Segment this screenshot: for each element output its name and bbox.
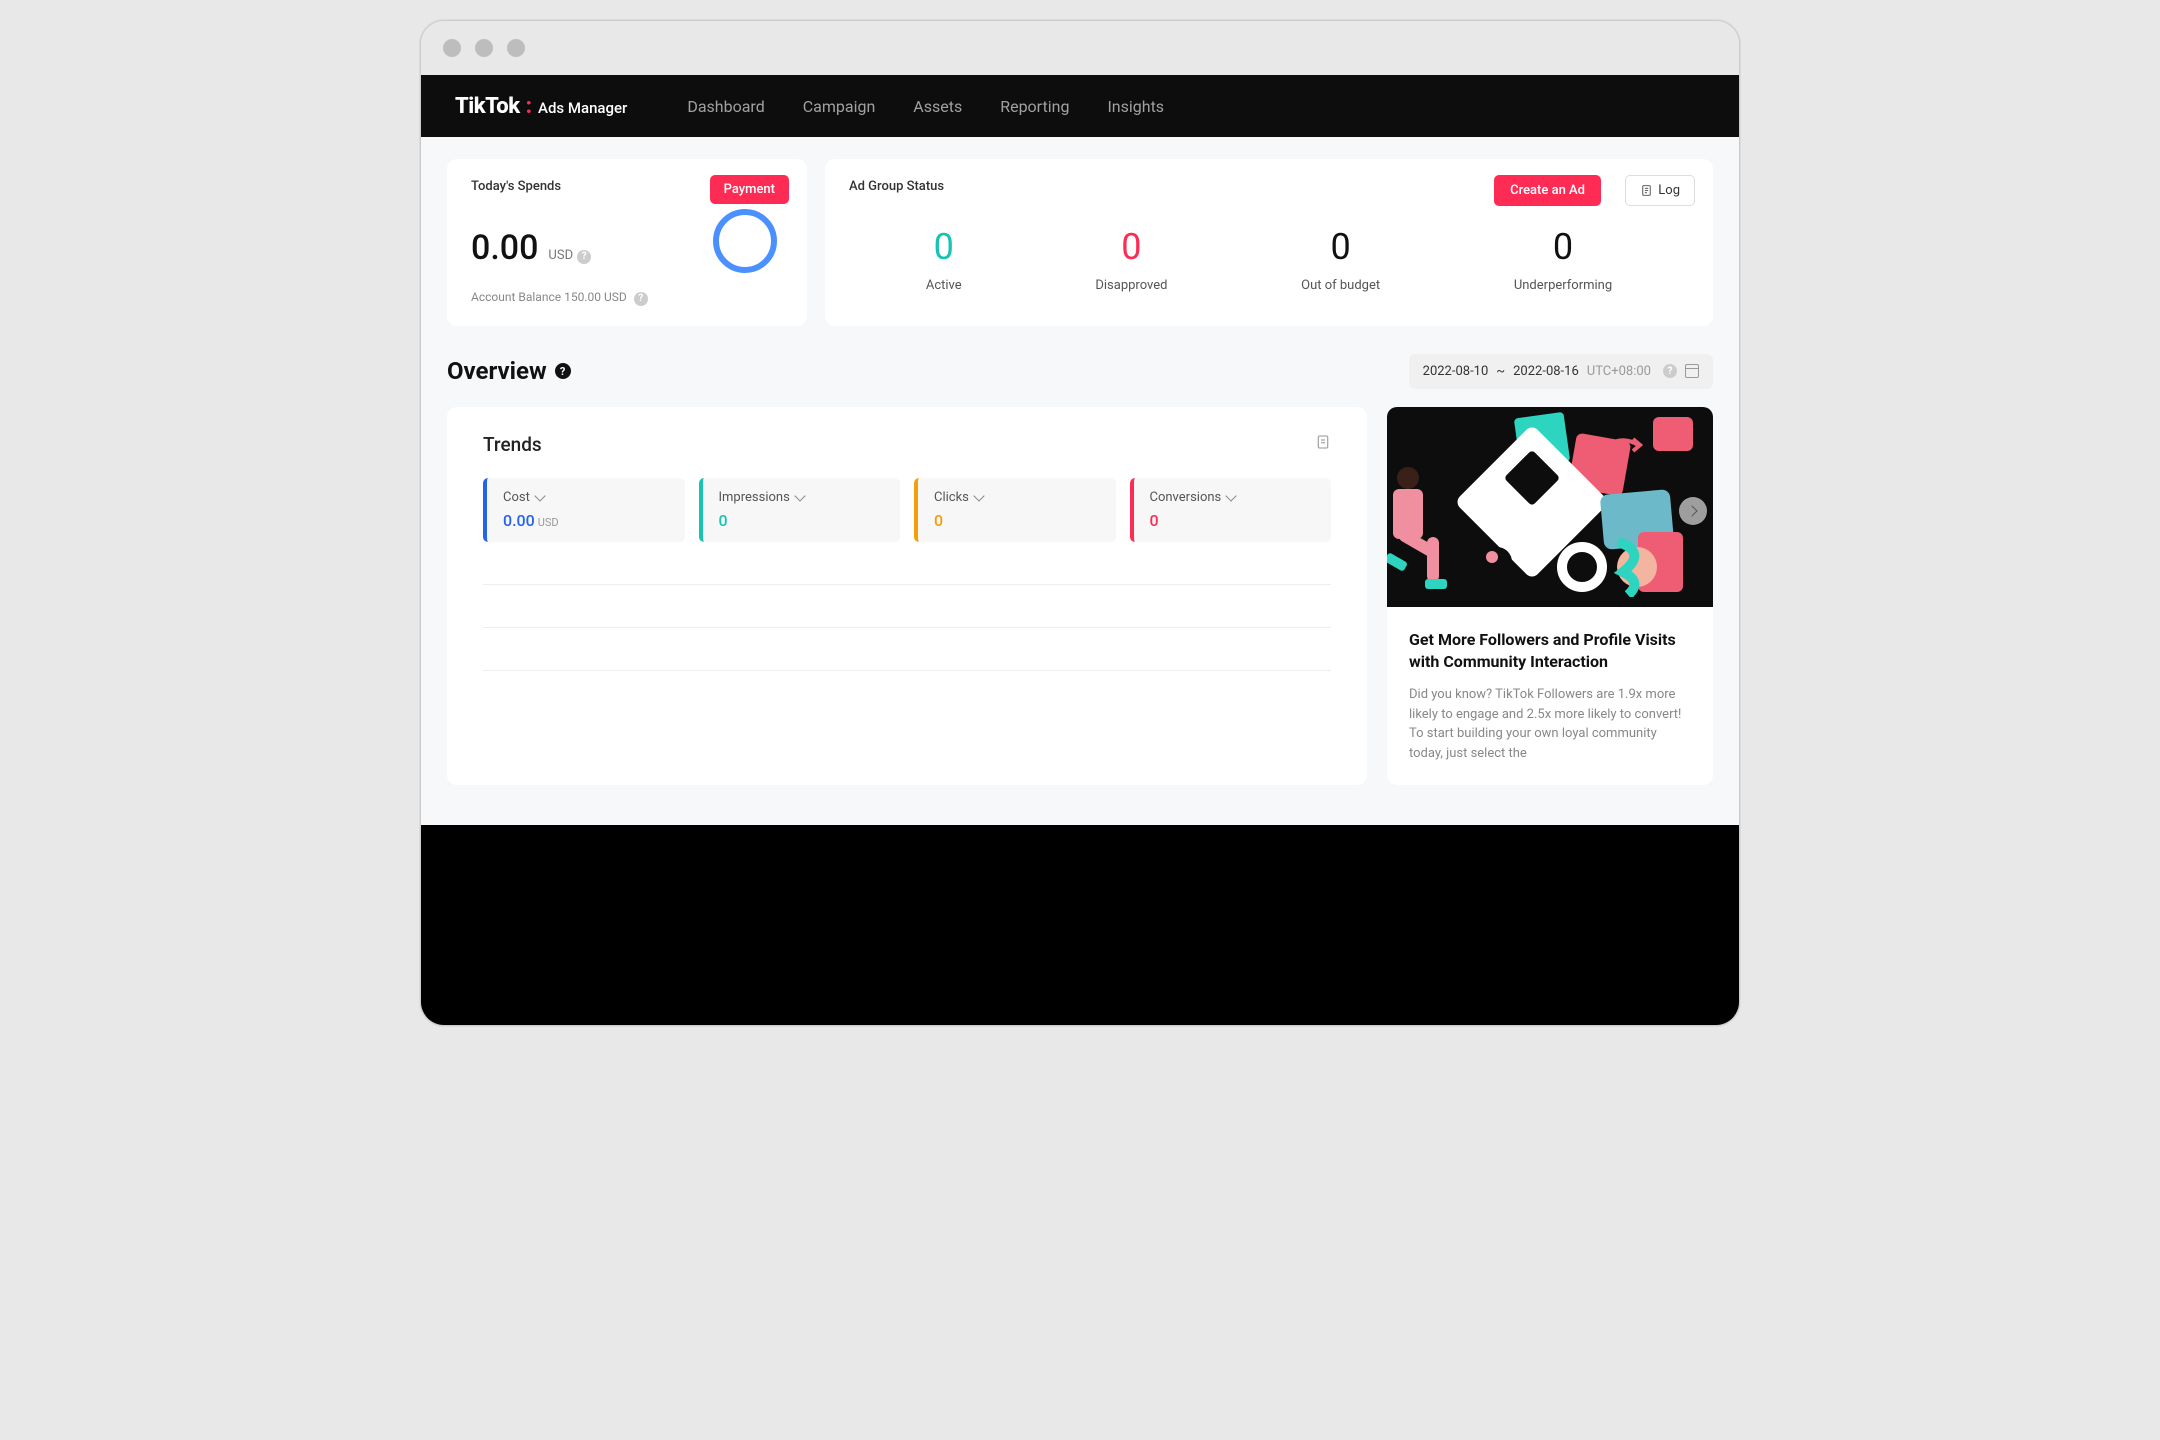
- metric-row: Cost 0.00USD Impressions 0 Clicks 0 Co: [483, 478, 1331, 542]
- status-label: Disapproved: [1095, 278, 1167, 293]
- metric-label: Impressions: [719, 490, 885, 505]
- carousel-next-button[interactable]: [1679, 497, 1707, 525]
- grid-line: [483, 627, 1331, 628]
- spend-gauge-icon: [713, 209, 777, 273]
- status-disapproved[interactable]: 0 Disapproved: [1095, 226, 1167, 293]
- nav-reporting[interactable]: Reporting: [1000, 97, 1069, 116]
- chevron-down-icon: [534, 490, 545, 501]
- status-label: Out of budget: [1301, 278, 1380, 293]
- brand-colon: :: [526, 94, 532, 119]
- spend-currency: USD?: [548, 248, 591, 264]
- chevron-right-icon: [1686, 505, 1697, 516]
- chevron-down-icon: [1226, 490, 1237, 501]
- status-label: Active: [926, 278, 962, 293]
- deco-shape: [1613, 537, 1653, 597]
- deco-person: [1425, 579, 1447, 589]
- window-dot: [443, 39, 461, 57]
- calendar-icon: [1685, 364, 1699, 378]
- status-grid: 0 Active 0 Disapproved 0 Out of budget: [849, 226, 1689, 293]
- grid-line: [483, 584, 1331, 585]
- payment-button[interactable]: Payment: [710, 175, 789, 204]
- help-icon[interactable]: ?: [555, 363, 571, 379]
- export-icon[interactable]: [1315, 433, 1331, 455]
- deco-person: [1427, 537, 1439, 582]
- help-icon[interactable]: ?: [1663, 364, 1677, 378]
- help-icon[interactable]: ?: [634, 292, 648, 306]
- deco-shape: [1482, 547, 1512, 577]
- window-dot: [475, 39, 493, 57]
- date-separator: ~: [1496, 364, 1505, 379]
- app-content: TikTok: Ads Manager Dashboard Campaign A…: [421, 75, 1739, 825]
- metric-cost[interactable]: Cost 0.00USD: [483, 478, 685, 542]
- deco-shape: [1653, 417, 1693, 451]
- metric-value: 0: [719, 511, 885, 530]
- promo-title: Get More Followers and Profile Visits wi…: [1409, 629, 1691, 674]
- summary-row: Today's Spends Payment 0.00 USD? Account…: [447, 159, 1713, 326]
- grid-line: [483, 670, 1331, 671]
- main: Today's Spends Payment 0.00 USD? Account…: [421, 137, 1739, 825]
- trends-card: Trends Cost 0.00USD Impressions 0 Clicks: [447, 407, 1367, 786]
- deco-person: [1397, 467, 1419, 489]
- deco-shape: [1557, 542, 1607, 592]
- date-from: 2022-08-10: [1423, 364, 1489, 379]
- brand-sub: Ads Manager: [538, 99, 627, 117]
- overview-title: Overview ?: [447, 357, 571, 385]
- metric-clicks[interactable]: Clicks 0: [914, 478, 1116, 542]
- spend-amount: 0.00: [471, 228, 538, 268]
- status-underperforming[interactable]: 0 Underperforming: [1514, 226, 1612, 293]
- balance-row: Account Balance 150.00 USD ?: [471, 290, 783, 306]
- promo-body: Get More Followers and Profile Visits wi…: [1387, 607, 1713, 786]
- status-value: 0: [926, 226, 962, 268]
- arrow-icon: [1593, 437, 1643, 457]
- brand-main: TikTok: [455, 94, 520, 119]
- promo-text: Did you know? TikTok Followers are 1.9x …: [1409, 685, 1691, 763]
- metric-value: 0: [934, 511, 1100, 530]
- create-ad-button[interactable]: Create an Ad: [1494, 175, 1601, 206]
- status-value: 0: [1514, 226, 1612, 268]
- nav-insights[interactable]: Insights: [1107, 97, 1164, 116]
- window-dot: [507, 39, 525, 57]
- nav-links: Dashboard Campaign Assets Reporting Insi…: [687, 97, 1164, 116]
- date-to: 2022-08-16: [1513, 364, 1579, 379]
- status-label: Underperforming: [1514, 278, 1612, 293]
- deco-person: [1387, 552, 1408, 572]
- todays-spends-card: Today's Spends Payment 0.00 USD? Account…: [447, 159, 807, 326]
- top-nav: TikTok: Ads Manager Dashboard Campaign A…: [421, 75, 1739, 137]
- overview-body: Trends Cost 0.00USD Impressions 0 Clicks: [447, 407, 1713, 786]
- log-button[interactable]: Log: [1625, 175, 1695, 206]
- date-range-picker[interactable]: 2022-08-10 ~ 2022-08-16 UTC+08:00 ?: [1409, 354, 1713, 389]
- status-value: 0: [1301, 226, 1380, 268]
- nav-campaign[interactable]: Campaign: [803, 97, 876, 116]
- footer-empty: [421, 825, 1739, 1025]
- log-button-label: Log: [1658, 183, 1680, 198]
- browser-window: TikTok: Ads Manager Dashboard Campaign A…: [420, 20, 1740, 1026]
- timezone: UTC+08:00: [1587, 364, 1651, 379]
- metric-label: Conversions: [1150, 490, 1316, 505]
- metric-impressions[interactable]: Impressions 0: [699, 478, 901, 542]
- chevron-down-icon: [973, 490, 984, 501]
- promo-illustration: [1387, 407, 1713, 607]
- promo-card[interactable]: Get More Followers and Profile Visits wi…: [1387, 407, 1713, 786]
- metric-label: Clicks: [934, 490, 1100, 505]
- nav-dashboard[interactable]: Dashboard: [687, 97, 764, 116]
- metric-conversions[interactable]: Conversions 0: [1130, 478, 1332, 542]
- overview-header: Overview ? 2022-08-10 ~ 2022-08-16 UTC+0…: [447, 354, 1713, 389]
- metric-label: Cost: [503, 490, 669, 505]
- status-active[interactable]: 0 Active: [926, 226, 962, 293]
- trend-chart: [483, 584, 1331, 671]
- metric-value: 0.00USD: [503, 511, 669, 530]
- status-out-of-budget[interactable]: 0 Out of budget: [1301, 226, 1380, 293]
- window-titlebar: [421, 21, 1739, 75]
- status-value: 0: [1095, 226, 1167, 268]
- document-icon: [1640, 184, 1653, 197]
- chevron-down-icon: [794, 490, 805, 501]
- metric-value: 0: [1150, 511, 1316, 530]
- balance-text: Account Balance 150.00 USD: [471, 290, 627, 304]
- help-icon[interactable]: ?: [577, 250, 591, 264]
- brand[interactable]: TikTok: Ads Manager: [455, 94, 627, 119]
- nav-assets[interactable]: Assets: [913, 97, 962, 116]
- ad-group-status-card: Ad Group Status Create an Ad Log 0 Activ…: [825, 159, 1713, 326]
- trends-title: Trends: [483, 433, 1331, 456]
